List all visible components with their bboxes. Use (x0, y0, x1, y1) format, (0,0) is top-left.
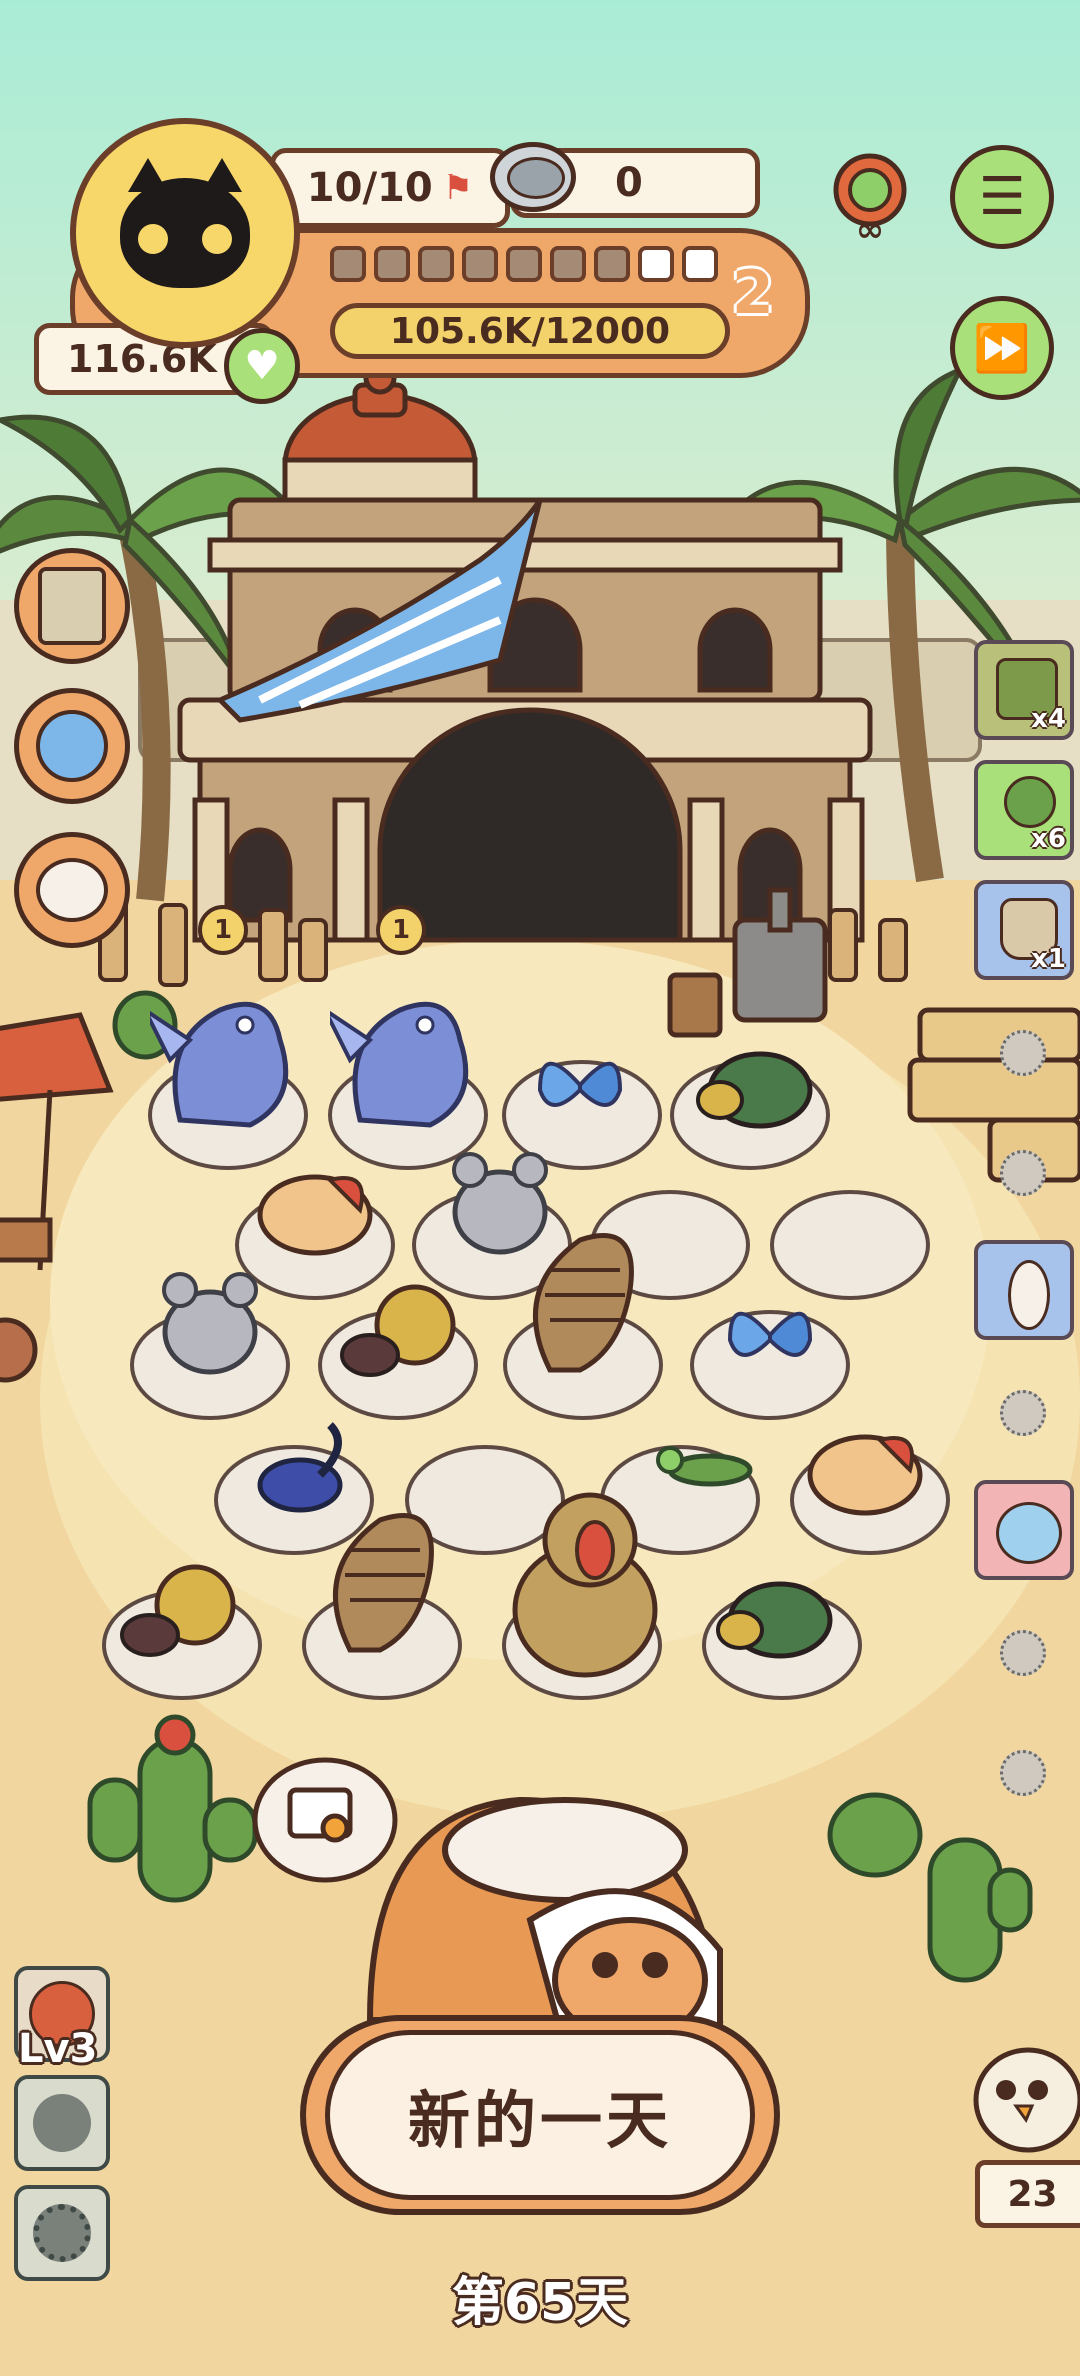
dung-beetle-creature[interactable] (110, 1560, 240, 1670)
hamster-creature[interactable] (250, 1150, 380, 1260)
coin-badge-value: 1 (213, 915, 233, 945)
day-counter: 第65天 (451, 2273, 629, 2333)
hamster-creature[interactable] (800, 1410, 930, 1520)
new-day-label: 新的一天 (407, 2084, 672, 2157)
skill-slot-locked[interactable] (14, 2075, 110, 2171)
butterfly-creature[interactable] (720, 1290, 820, 1380)
new-day-button[interactable]: 新的一天 (325, 2030, 755, 2200)
butterfly-creature[interactable] (530, 1040, 630, 1130)
coin-badge-value: 1 (391, 915, 411, 945)
gear-skill-icon (33, 2204, 91, 2262)
dung-beetle-creature[interactable] (330, 1280, 460, 1390)
skill-level-label: Lv3 (18, 2026, 98, 2072)
chinchilla-creature[interactable] (150, 1260, 270, 1380)
coin-badge[interactable]: 1 (198, 905, 248, 955)
coin-badge[interactable]: 1 (376, 905, 426, 955)
beetle-creature[interactable] (690, 1030, 820, 1140)
pillbug-creature[interactable] (310, 1490, 450, 1660)
pillbug-creature[interactable] (510, 1210, 650, 1380)
slot-plate[interactable] (770, 1190, 930, 1300)
chick-icon[interactable] (968, 2040, 1080, 2160)
chick-count-pill: 23 (975, 2160, 1080, 2228)
dragon-creature[interactable] (150, 950, 310, 1140)
chick-count: 23 (1007, 2173, 1058, 2215)
baboon-creature[interactable] (500, 1480, 670, 1680)
dragon-creature[interactable] (330, 950, 490, 1140)
locked-skill-icon (33, 2094, 91, 2152)
beetle-creature[interactable] (710, 1560, 840, 1670)
